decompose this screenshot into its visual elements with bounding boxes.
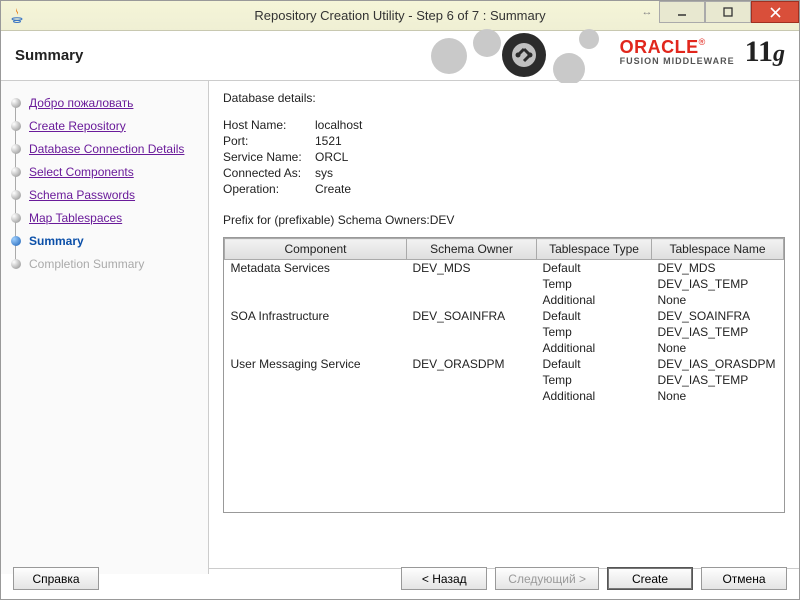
titlebar[interactable]: Repository Creation Utility - Step 6 of …	[1, 1, 799, 31]
port-value: 1521	[315, 133, 342, 149]
summary-table: Component Schema Owner Tablespace Type T…	[223, 237, 785, 513]
nav-welcome[interactable]: Добро пожаловать	[9, 91, 208, 114]
table-row[interactable]: TempDEV_IAS_TEMP	[225, 276, 784, 292]
header-banner: Summary ORACLE® FUSION MIDDLEWARE 11g	[1, 31, 799, 81]
service-name-value: ORCL	[315, 149, 348, 165]
maximize-button[interactable]	[705, 1, 751, 23]
table-row[interactable]: AdditionalNone	[225, 388, 784, 404]
minimize-button[interactable]	[659, 1, 705, 23]
table-row[interactable]: Metadata ServicesDEV_MDSDefaultDEV_MDS	[225, 260, 784, 277]
wizard-nav: Добро пожаловать Create Repository Datab…	[1, 81, 209, 574]
nav-map-tablespaces[interactable]: Map Tablespaces	[9, 206, 208, 229]
table-row[interactable]: AdditionalNone	[225, 292, 784, 308]
col-tablespace-name[interactable]: Tablespace Name	[652, 239, 784, 260]
nav-select-components[interactable]: Select Components	[9, 160, 208, 183]
table-row[interactable]: TempDEV_IAS_TEMP	[225, 324, 784, 340]
resize-handle-icon: ↔	[635, 1, 659, 23]
table-row[interactable]: AdditionalNone	[225, 340, 784, 356]
nav-summary[interactable]: Summary	[9, 229, 208, 252]
db-details-heading: Database details:	[223, 91, 785, 105]
table-row[interactable]: User Messaging ServiceDEV_ORASDPMDefault…	[225, 356, 784, 372]
page-title: Summary	[15, 47, 83, 64]
java-icon	[9, 8, 25, 24]
main-panel: Database details: Host Name:localhost Po…	[209, 81, 799, 574]
operation-value: Create	[315, 181, 351, 197]
database-details: Database details: Host Name:localhost Po…	[223, 91, 785, 227]
nav-schema-passwords[interactable]: Schema Passwords	[9, 183, 208, 206]
host-name-value: localhost	[315, 117, 362, 133]
col-tablespace-type[interactable]: Tablespace Type	[537, 239, 652, 260]
table-row[interactable]: TempDEV_IAS_TEMP	[225, 372, 784, 388]
next-button: Следующий >	[495, 567, 599, 590]
nav-db-connection[interactable]: Database Connection Details	[9, 137, 208, 160]
col-component[interactable]: Component	[225, 239, 407, 260]
prefix-line: Prefix for (prefixable) Schema Owners:DE…	[223, 213, 785, 227]
oracle-logo: ORACLE® FUSION MIDDLEWARE 11g	[620, 37, 785, 67]
back-button[interactable]: < Назад	[401, 567, 487, 590]
nav-completion-summary: Completion Summary	[9, 252, 208, 275]
table-row[interactable]: SOA InfrastructureDEV_SOAINFRADefaultDEV…	[225, 308, 784, 324]
help-button[interactable]: Справка	[13, 567, 99, 590]
cancel-button[interactable]: Отмена	[701, 567, 787, 590]
connected-as-value: sys	[315, 165, 333, 181]
gears-graphic	[429, 29, 609, 83]
close-button[interactable]	[751, 1, 799, 23]
create-button[interactable]: Create	[607, 567, 693, 590]
col-schema-owner[interactable]: Schema Owner	[407, 239, 537, 260]
nav-create-repository[interactable]: Create Repository	[9, 114, 208, 137]
